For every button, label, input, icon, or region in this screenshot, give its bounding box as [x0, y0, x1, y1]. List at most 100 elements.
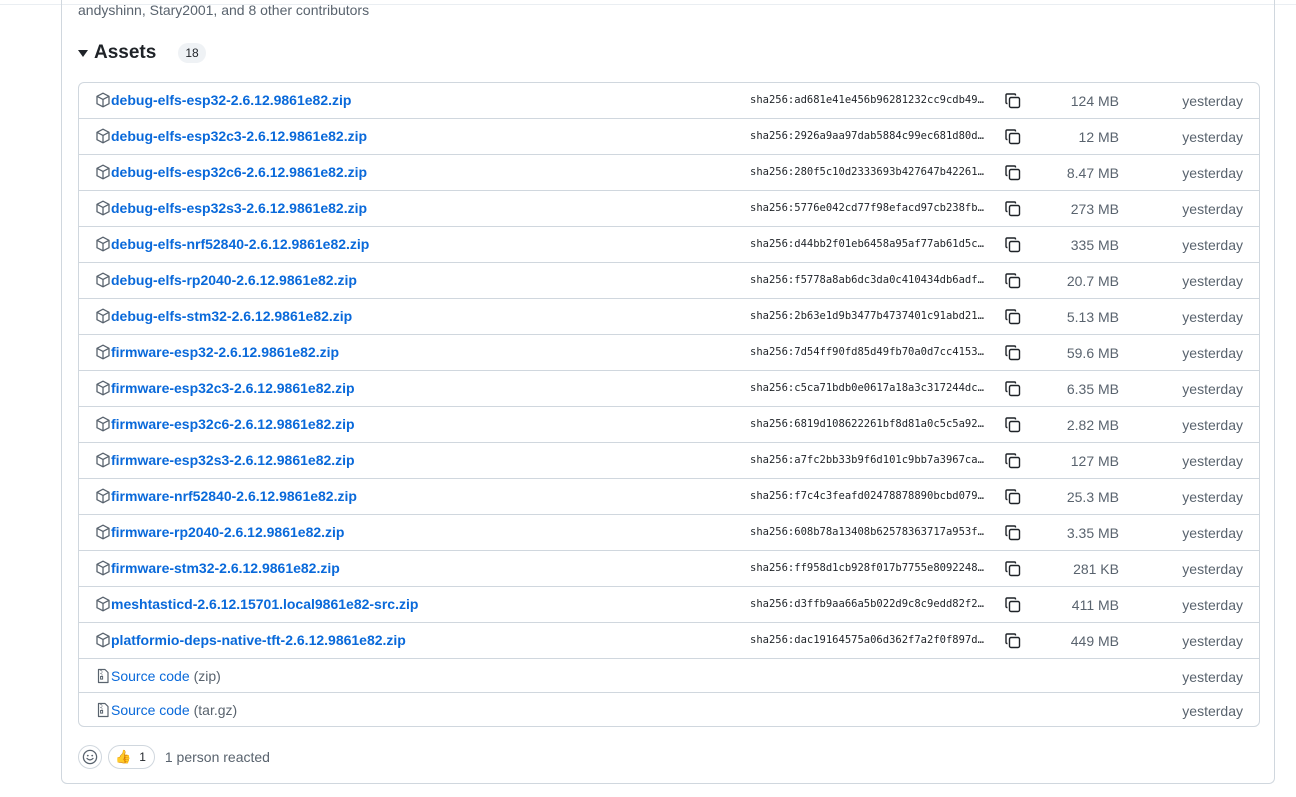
- asset-link[interactable]: platformio-deps-native-tft-2.6.12.9861e8…: [111, 632, 406, 648]
- asset-sha256: sha256:5776e042cd77f98efacd97cb238fb…: [750, 202, 984, 214]
- asset-row: meshtasticd-2.6.12.15701.local9861e82-sr…: [79, 586, 1259, 622]
- asset-link[interactable]: meshtasticd-2.6.12.15701.local9861e82-sr…: [111, 596, 418, 612]
- asset-sha256: sha256:6819d108622261bf8d81a0c5c5a92…: [750, 418, 984, 430]
- asset-row: debug-elfs-stm32-2.6.12.9861e82.zip sha25…: [79, 298, 1259, 334]
- asset-row: firmware-rp2040-2.6.12.9861e82.zip sha256…: [79, 514, 1259, 550]
- package-icon: [95, 380, 111, 396]
- asset-date: yesterday: [1182, 597, 1243, 613]
- asset-date: yesterday: [1182, 633, 1243, 649]
- package-icon: [95, 344, 111, 360]
- asset-sha256: sha256:a7fc2bb33b9f6d101c9bb7a3967ca…: [750, 454, 984, 466]
- asset-date: yesterday: [1182, 381, 1243, 397]
- asset-date: yesterday: [1182, 273, 1243, 289]
- asset-sha256: sha256:d3ffb9aa66a5b022d9c8c9edd82f2…: [750, 598, 984, 610]
- asset-link[interactable]: firmware-esp32s3-2.6.12.9861e82.zip: [111, 452, 355, 468]
- asset-link[interactable]: debug-elfs-esp32c6-2.6.12.9861e82.zip: [111, 164, 367, 180]
- asset-size: 273 MB: [1070, 201, 1119, 217]
- asset-link[interactable]: firmware-esp32c6-2.6.12.9861e82.zip: [111, 416, 355, 432]
- copy-icon[interactable]: [1004, 416, 1022, 434]
- asset-row: debug-elfs-esp32-2.6.12.9861e82.zip sha25…: [79, 83, 1259, 118]
- asset-date: yesterday: [1182, 93, 1243, 109]
- asset-date: yesterday: [1182, 453, 1243, 469]
- asset-size: 25.3 MB: [1066, 489, 1119, 505]
- source-code-label: Source code: [111, 702, 190, 718]
- asset-row: firmware-esp32c3-2.6.12.9861e82.zip sha25…: [79, 370, 1259, 406]
- asset-row: debug-elfs-esp32c6-2.6.12.9861e82.zip sha…: [79, 154, 1259, 190]
- asset-size: 449 MB: [1070, 633, 1119, 649]
- file-zip-icon: [95, 668, 111, 684]
- copy-icon[interactable]: [1004, 380, 1022, 398]
- asset-row: debug-elfs-rp2040-2.6.12.9861e82.zip sha2…: [79, 262, 1259, 298]
- asset-date: yesterday: [1182, 165, 1243, 181]
- copy-icon[interactable]: [1004, 272, 1022, 290]
- asset-size: 5.13 MB: [1066, 309, 1119, 325]
- asset-sha256: sha256:ad681e41e456b96281232cc9cdb49…: [750, 94, 984, 106]
- reaction-thumbs-up-button[interactable]: 👍 1: [108, 745, 155, 769]
- copy-icon[interactable]: [1004, 632, 1022, 650]
- copy-icon[interactable]: [1004, 236, 1022, 254]
- asset-sha256: sha256:2b63e1d9b3477b4737401c91abd21…: [750, 310, 984, 322]
- asset-size: 20.7 MB: [1066, 273, 1119, 289]
- package-icon: [95, 488, 111, 504]
- reaction-summary: 1 person reacted: [164, 749, 270, 765]
- asset-size: 6.35 MB: [1066, 381, 1119, 397]
- copy-icon[interactable]: [1004, 128, 1022, 146]
- source-code-link[interactable]: Source code (zip): [111, 668, 221, 684]
- package-icon: [95, 128, 111, 144]
- asset-row: firmware-esp32c6-2.6.12.9861e82.zip sha25…: [79, 406, 1259, 442]
- asset-link[interactable]: debug-elfs-esp32s3-2.6.12.9861e82.zip: [111, 200, 367, 216]
- copy-icon[interactable]: [1004, 488, 1022, 506]
- copy-icon[interactable]: [1004, 596, 1022, 614]
- package-icon: [95, 560, 111, 576]
- smiley-icon: [82, 749, 98, 765]
- copy-icon[interactable]: [1004, 164, 1022, 182]
- package-icon: [95, 596, 111, 612]
- asset-size: 59.6 MB: [1066, 345, 1119, 361]
- asset-link[interactable]: debug-elfs-nrf52840-2.6.12.9861e82.zip: [111, 236, 369, 252]
- asset-link[interactable]: firmware-esp32-2.6.12.9861e82.zip: [111, 344, 339, 360]
- asset-row: platformio-deps-native-tft-2.6.12.9861e8…: [79, 622, 1259, 658]
- copy-icon[interactable]: [1004, 560, 1022, 578]
- asset-link[interactable]: debug-elfs-esp32c3-2.6.12.9861e82.zip: [111, 128, 367, 144]
- asset-row: debug-elfs-esp32s3-2.6.12.9861e82.zip sha…: [79, 190, 1259, 226]
- asset-row: debug-elfs-esp32c3-2.6.12.9861e82.zip sha…: [79, 118, 1259, 154]
- asset-row: debug-elfs-nrf52840-2.6.12.9861e82.zip sh…: [79, 226, 1259, 262]
- asset-sha256: sha256:f5778a8ab6dc3da0c410434db6adf…: [750, 274, 984, 286]
- copy-icon[interactable]: [1004, 452, 1022, 470]
- copy-icon[interactable]: [1004, 200, 1022, 218]
- package-icon: [95, 416, 111, 432]
- asset-row: firmware-nrf52840-2.6.12.9861e82.zip sha2…: [79, 478, 1259, 514]
- asset-link[interactable]: firmware-esp32c3-2.6.12.9861e82.zip: [111, 380, 355, 396]
- source-code-link[interactable]: Source code (tar.gz): [111, 702, 237, 718]
- source-code-row: Source code (tar.gz) yesterday: [79, 692, 1259, 726]
- contributors-text[interactable]: andyshinn, Stary2001, and 8 other contri…: [78, 2, 369, 18]
- copy-icon[interactable]: [1004, 308, 1022, 326]
- copy-icon[interactable]: [1004, 344, 1022, 362]
- asset-link[interactable]: firmware-rp2040-2.6.12.9861e82.zip: [111, 524, 344, 540]
- thumbs-up-emoji: 👍: [115, 749, 132, 764]
- asset-date: yesterday: [1182, 309, 1243, 325]
- asset-link[interactable]: debug-elfs-rp2040-2.6.12.9861e82.zip: [111, 272, 357, 288]
- package-icon: [95, 200, 111, 216]
- asset-sha256: sha256:280f5c10d2333693b427647b42261…: [750, 166, 984, 178]
- asset-link[interactable]: debug-elfs-stm32-2.6.12.9861e82.zip: [111, 308, 352, 324]
- copy-icon[interactable]: [1004, 92, 1022, 110]
- asset-link[interactable]: firmware-stm32-2.6.12.9861e82.zip: [111, 560, 340, 576]
- asset-date: yesterday: [1182, 417, 1243, 433]
- add-reaction-button[interactable]: [78, 745, 102, 769]
- asset-size: 127 MB: [1070, 453, 1119, 469]
- package-icon: [95, 632, 111, 648]
- file-zip-icon: [95, 702, 111, 718]
- asset-date: yesterday: [1182, 489, 1243, 505]
- assets-toggle[interactable]: Assets 18: [77, 41, 206, 65]
- asset-sha256: sha256:f7c4c3feafd02478878890bcbd079…: [750, 490, 984, 502]
- asset-link[interactable]: firmware-nrf52840-2.6.12.9861e82.zip: [111, 488, 357, 504]
- copy-icon[interactable]: [1004, 524, 1022, 542]
- asset-link[interactable]: debug-elfs-esp32-2.6.12.9861e82.zip: [111, 92, 351, 108]
- caret-down-icon: [78, 49, 88, 57]
- asset-size: 124 MB: [1070, 93, 1119, 109]
- package-icon: [95, 524, 111, 540]
- package-icon: [95, 164, 111, 180]
- asset-date: yesterday: [1182, 129, 1243, 145]
- asset-size: 335 MB: [1070, 237, 1119, 253]
